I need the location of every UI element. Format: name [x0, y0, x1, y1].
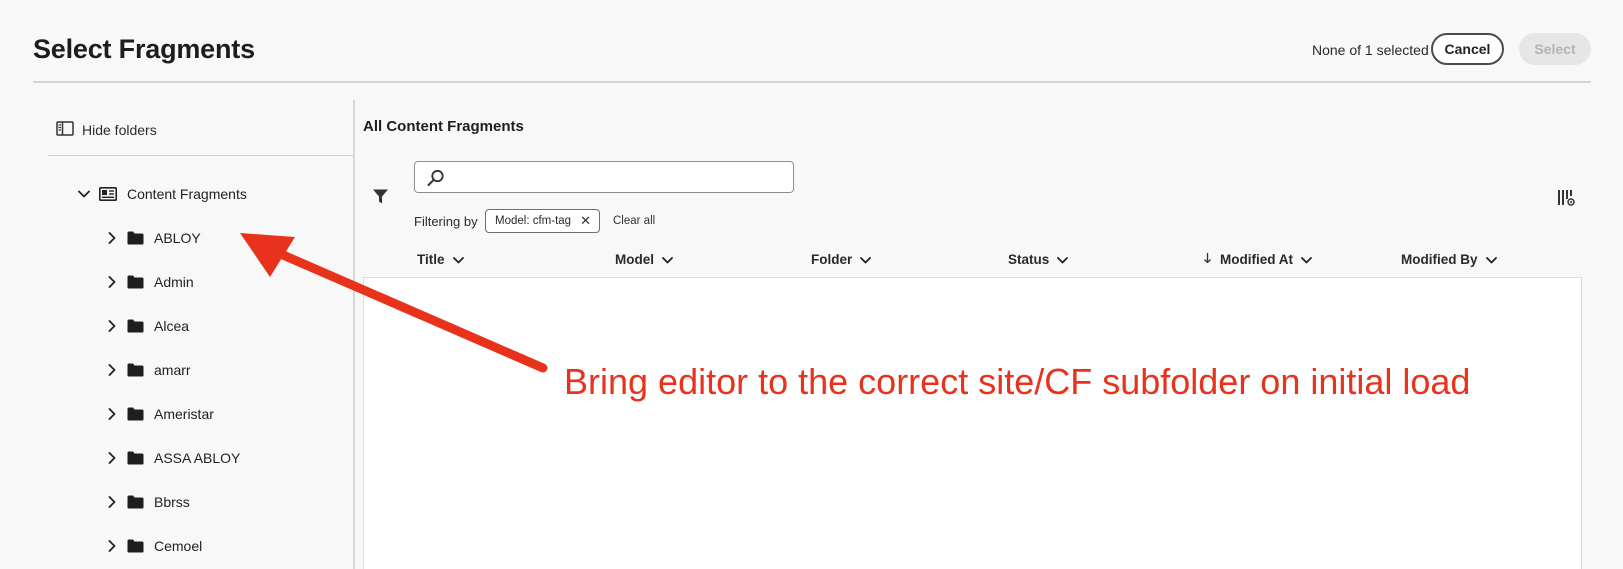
column-header[interactable]: Modified At	[1203, 252, 1312, 267]
tree-folder-label: Ameristar	[154, 406, 214, 422]
cancel-button[interactable]: Cancel	[1431, 33, 1504, 65]
chevron-down-icon[interactable]	[452, 252, 464, 267]
panel-toggle-icon	[56, 121, 74, 139]
selection-count: None of 1 selected	[1312, 42, 1429, 58]
hide-folders-button[interactable]: Hide folders	[56, 121, 157, 139]
chevron-down-icon[interactable]	[77, 190, 91, 198]
search-field[interactable]	[414, 161, 794, 193]
tree-folder-item[interactable]: ASSA ABLOY	[105, 450, 240, 466]
tree-folder-label: amarr	[154, 362, 191, 378]
column-header-label: Folder	[811, 252, 853, 267]
folder-icon	[127, 451, 144, 465]
view-settings-icon[interactable]	[1557, 189, 1575, 212]
filter-chip-label: Model: cfm-tag	[495, 215, 572, 227]
tree-folder-item[interactable]: Alcea	[105, 318, 189, 334]
chevron-right-icon[interactable]	[105, 232, 119, 244]
tree-folder-item[interactable]: ABLOY	[105, 230, 201, 246]
tree-folder-label: ASSA ABLOY	[154, 450, 241, 466]
content-fragments-icon	[99, 187, 117, 201]
chevron-down-icon[interactable]	[662, 252, 673, 267]
close-icon[interactable]: ✕	[580, 213, 591, 229]
chevron-right-icon[interactable]	[105, 540, 119, 552]
sort-descending-icon	[1203, 252, 1212, 267]
sidebar-divider	[48, 155, 354, 156]
column-header-label: Model	[615, 252, 654, 267]
folder-icon	[127, 407, 144, 421]
tree-root-content-fragments[interactable]: Content Fragments	[77, 186, 247, 202]
dialog-title: Select Fragments	[33, 34, 255, 64]
tree-folder-label: Cemoel	[154, 538, 203, 554]
search-input[interactable]	[453, 166, 783, 188]
column-header[interactable]: Status	[1008, 252, 1069, 267]
tree-root-label: Content Fragments	[127, 186, 247, 202]
filter-icon[interactable]	[372, 188, 389, 210]
hide-folders-label: Hide folders	[82, 122, 157, 138]
chevron-down-icon[interactable]	[1485, 252, 1497, 267]
tree-folder-item[interactable]: Cemoel	[105, 538, 202, 554]
chevron-down-icon[interactable]	[1301, 252, 1312, 267]
select-button[interactable]: Select	[1519, 33, 1591, 65]
header-divider	[33, 81, 1591, 83]
chevron-right-icon[interactable]	[105, 320, 119, 332]
chevron-right-icon[interactable]	[105, 496, 119, 508]
column-header-label: Status	[1008, 252, 1050, 267]
chevron-right-icon[interactable]	[105, 364, 119, 376]
chevron-down-icon[interactable]	[1057, 252, 1069, 267]
folder-icon	[127, 363, 144, 377]
column-header-label: Title	[417, 252, 445, 267]
folder-icon	[127, 275, 144, 289]
tree-folder-label: ABLOY	[154, 230, 201, 246]
tree-folder-label: Admin	[154, 274, 194, 290]
folder-icon	[127, 539, 144, 553]
chevron-right-icon[interactable]	[105, 452, 119, 464]
tree-folder-item[interactable]: Bbrss	[105, 494, 190, 510]
panel-splitter[interactable]	[353, 100, 355, 569]
column-header[interactable]: Modified By	[1401, 252, 1497, 267]
filtering-by-label: Filtering by	[414, 214, 478, 229]
tree-folder-label: Alcea	[154, 318, 190, 334]
folder-icon	[127, 231, 144, 245]
section-title: All Content Fragments	[363, 118, 524, 135]
column-header[interactable]: Folder	[811, 252, 872, 267]
column-header[interactable]: Title	[417, 252, 464, 267]
chevron-down-icon[interactable]	[860, 252, 872, 267]
tree-folder-item[interactable]: Ameristar	[105, 406, 214, 422]
column-header-label: Modified By	[1401, 252, 1478, 267]
clear-all-button[interactable]: Clear all	[613, 215, 655, 227]
search-icon	[427, 169, 445, 192]
table-body	[363, 277, 1582, 569]
tree-folder-label: Bbrss	[154, 494, 190, 510]
folder-icon	[127, 495, 144, 509]
chevron-right-icon[interactable]	[105, 276, 119, 288]
chevron-right-icon[interactable]	[105, 408, 119, 420]
filter-chip[interactable]: Model: cfm-tag ✕	[485, 209, 600, 233]
tree-folder-item[interactable]: amarr	[105, 362, 191, 378]
tree-folder-item[interactable]: Admin	[105, 274, 194, 290]
column-header-label: Modified At	[1220, 252, 1293, 267]
folder-icon	[127, 319, 144, 333]
annotation-text: Bring editor to the correct site/CF subf…	[564, 361, 1471, 402]
column-header[interactable]: Model	[615, 252, 673, 267]
